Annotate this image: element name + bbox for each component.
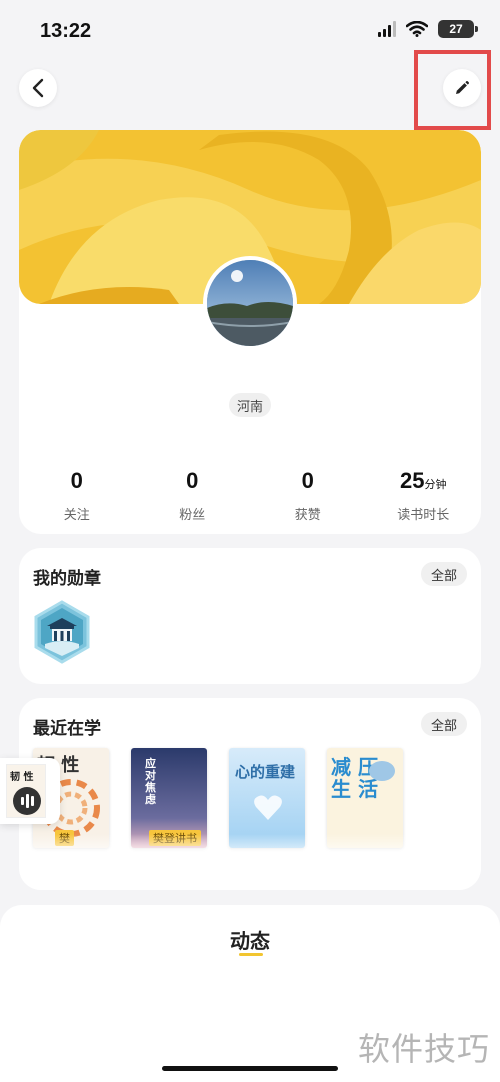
- stat-following[interactable]: 0 关注: [19, 468, 135, 523]
- audio-bars-icon[interactable]: [13, 787, 41, 815]
- stat-unit: 分钟: [424, 479, 447, 491]
- stat-value: 0: [70, 468, 83, 493]
- recent-learning-card: 最近在学 全部 韧 性 樊 应对焦虑 樊登讲书 心的重建 减 压 生 活: [19, 698, 481, 890]
- wifi-icon: [406, 21, 428, 37]
- recent-learning-all-button[interactable]: 全部: [420, 712, 467, 736]
- watermark: 软件技巧: [357, 1030, 490, 1068]
- mini-player-cover: 韧 性: [6, 764, 46, 818]
- stat-label: 关注: [63, 508, 90, 523]
- book-list: 韧 性 樊 应对焦虑 樊登讲书 心的重建 减 压 生 活: [33, 748, 403, 848]
- battery-icon: 27: [438, 20, 478, 38]
- home-indicator[interactable]: [162, 1066, 338, 1071]
- stat-likes[interactable]: 0 获赞: [250, 468, 366, 523]
- book-title: 心的重建: [235, 763, 296, 781]
- back-button[interactable]: [19, 69, 57, 107]
- status-icons: 27: [378, 20, 478, 38]
- mini-player-title: 韧 性: [10, 772, 34, 783]
- stat-label: 读书时长: [397, 508, 450, 523]
- book-item[interactable]: 心的重建: [229, 748, 305, 848]
- chevron-left-icon: [32, 78, 44, 98]
- profile-card: 河南 0 关注 0 粉丝 0 获赞 25分钟 读书时长: [19, 130, 481, 534]
- status-time: 13:22: [40, 20, 92, 42]
- medals-card: 我的勋章 全部: [19, 548, 481, 684]
- temple-medal-icon[interactable]: [33, 600, 91, 664]
- book-list-fade: [19, 834, 481, 890]
- mini-audio-player[interactable]: 韧 性: [0, 758, 60, 824]
- region-tag: 河南: [229, 393, 272, 417]
- profile-stats: 0 关注 0 粉丝 0 获赞 25分钟 读书时长: [19, 468, 481, 523]
- stat-value: 25分钟: [400, 468, 447, 493]
- stat-value: 0: [186, 468, 199, 493]
- avatar[interactable]: [203, 256, 297, 350]
- stat-value: 0: [301, 468, 314, 493]
- stat-reading-time[interactable]: 25分钟 读书时长: [366, 468, 482, 523]
- tab-active-indicator: [239, 953, 263, 956]
- recent-learning-title: 最近在学: [33, 719, 101, 739]
- highlight-annotation: [414, 50, 491, 130]
- stat-label: 粉丝: [179, 508, 206, 523]
- stat-followers[interactable]: 0 粉丝: [135, 468, 251, 523]
- book-item[interactable]: 应对焦虑 樊登讲书: [131, 748, 207, 848]
- medals-title: 我的勋章: [33, 569, 101, 589]
- cellular-signal-icon: [378, 21, 396, 37]
- stat-label: 获赞: [294, 508, 321, 523]
- book-item[interactable]: 减 压 生 活: [327, 748, 403, 848]
- medals-all-button[interactable]: 全部: [420, 562, 467, 586]
- tab-activity[interactable]: 动态: [0, 925, 500, 954]
- book-title: 应对焦虑: [145, 757, 156, 807]
